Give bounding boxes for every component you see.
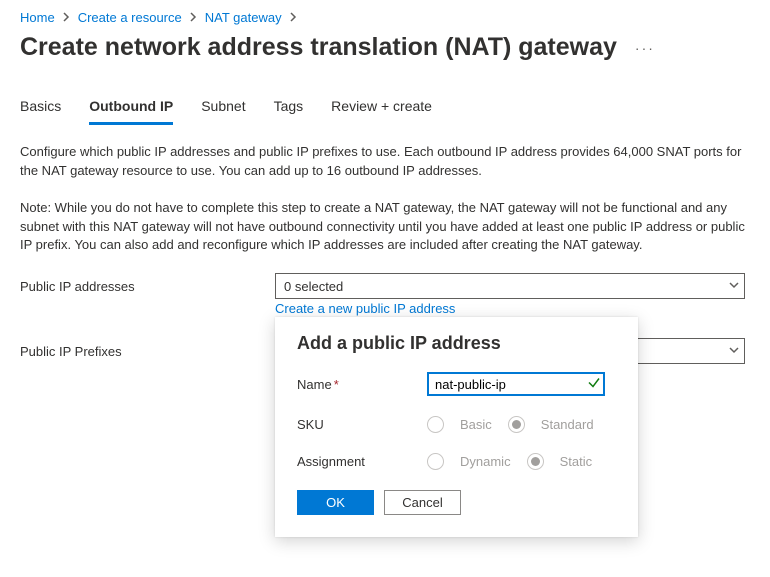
public-ip-addresses-label: Public IP addresses	[20, 273, 275, 294]
popover-title: Add a public IP address	[297, 333, 616, 354]
breadcrumb-create-resource[interactable]: Create a resource	[78, 10, 182, 25]
sku-standard-label: Standard	[541, 417, 594, 432]
tab-description-1: Configure which public IP addresses and …	[20, 143, 750, 181]
assignment-static-label: Static	[560, 454, 593, 469]
sku-basic-label: Basic	[460, 417, 492, 432]
chevron-right-icon	[290, 10, 297, 25]
add-public-ip-popover: Add a public IP address Name* SKU Basic	[275, 317, 638, 537]
tab-review-create[interactable]: Review + create	[331, 98, 432, 125]
tab-strip: Basics Outbound IP Subnet Tags Review + …	[20, 98, 750, 125]
tab-subnet[interactable]: Subnet	[201, 98, 245, 125]
public-ip-prefixes-label: Public IP Prefixes	[20, 338, 275, 359]
sku-basic-radio	[427, 416, 444, 433]
public-ip-addresses-dropdown[interactable]: 0 selected	[275, 273, 745, 299]
checkmark-icon	[587, 376, 601, 393]
breadcrumb-nat-gateway[interactable]: NAT gateway	[205, 10, 282, 25]
more-actions-button[interactable]: ···	[635, 40, 655, 56]
assignment-static-radio	[527, 453, 544, 470]
assignment-field-label: Assignment	[297, 454, 427, 469]
assignment-dynamic-label: Dynamic	[460, 454, 511, 469]
tab-description-2: Note: While you do not have to complete …	[20, 199, 750, 256]
tab-outbound-ip[interactable]: Outbound IP	[89, 98, 173, 125]
page-title: Create network address translation (NAT)…	[20, 33, 617, 62]
tab-basics[interactable]: Basics	[20, 98, 61, 125]
breadcrumb-home[interactable]: Home	[20, 10, 55, 25]
chevron-down-icon	[728, 344, 740, 359]
cancel-button[interactable]: Cancel	[384, 490, 461, 515]
breadcrumb: Home Create a resource NAT gateway	[20, 10, 750, 25]
assignment-dynamic-radio	[427, 453, 444, 470]
sku-field-label: SKU	[297, 417, 427, 432]
chevron-right-icon	[190, 10, 197, 25]
ok-button[interactable]: OK	[297, 490, 374, 515]
public-ip-addresses-value: 0 selected	[284, 279, 343, 294]
create-public-ip-link[interactable]: Create a new public IP address	[275, 301, 455, 316]
chevron-down-icon	[728, 279, 740, 294]
sku-standard-radio	[508, 416, 525, 433]
chevron-right-icon	[63, 10, 70, 25]
tab-tags[interactable]: Tags	[274, 98, 304, 125]
name-field-label: Name*	[297, 377, 427, 392]
name-input[interactable]	[427, 372, 605, 396]
